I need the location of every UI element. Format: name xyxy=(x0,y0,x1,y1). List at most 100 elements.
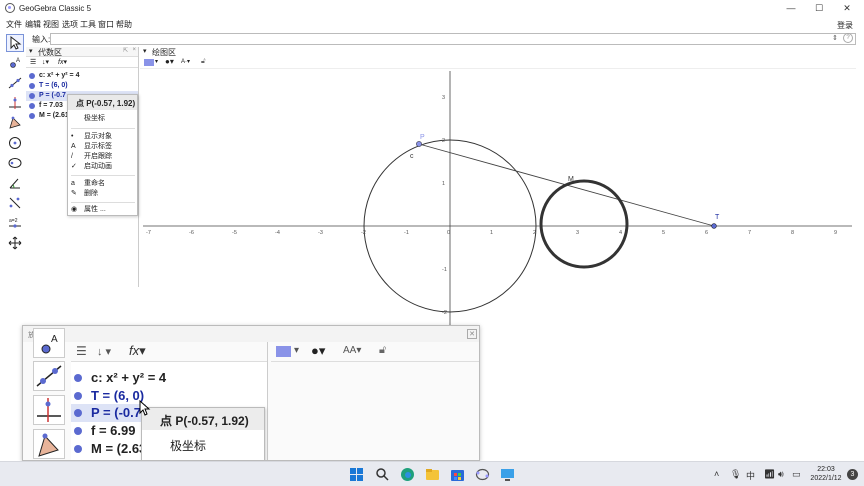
close-button[interactable]: ✕ xyxy=(834,0,860,17)
reflect-tool[interactable] xyxy=(6,194,24,212)
wifi-icon[interactable]: 📶︎ xyxy=(764,469,775,480)
move-arrows-icon xyxy=(8,236,22,250)
point-p[interactable] xyxy=(416,141,422,147)
store-icon[interactable] xyxy=(450,467,465,482)
menu-animate[interactable]: ✓ 启动动画 xyxy=(68,162,137,172)
y-axis-ticks: 3 2 1 -1 -2 xyxy=(442,95,447,316)
graph-canvas[interactable]: -7 -6 -5 -4 -3 -2 -1 0 1 2 3 4 5 6 7 8 9 3 2 1 -1 -2 P c M T xyxy=(140,47,856,327)
file-explorer-icon[interactable] xyxy=(425,467,440,482)
panel-close-icon[interactable]: × xyxy=(132,47,136,53)
visibility-dot-icon[interactable] xyxy=(74,427,82,435)
menu-show-object[interactable]: • 显示对象 xyxy=(68,132,137,142)
help-button[interactable]: ? xyxy=(843,33,853,43)
magnified-row-point-t[interactable]: T = (6, 0) xyxy=(71,387,144,405)
visibility-dot-icon[interactable] xyxy=(29,103,35,109)
function-icon[interactable]: fx▾ xyxy=(58,58,67,66)
lock-icon[interactable]: 🔓︎ xyxy=(379,344,386,357)
notification-badge[interactable]: 3 xyxy=(847,469,858,480)
magnified-row-point-p[interactable]: P = (-0.7 xyxy=(71,404,146,422)
sort-icon[interactable]: ↓▾ xyxy=(42,58,49,66)
magnified-row-circle[interactable]: c: x² + y² = 4 xyxy=(71,369,166,387)
circle-tool[interactable] xyxy=(6,134,24,152)
geogebra-taskbar-icon[interactable] xyxy=(475,467,490,482)
menu-rename[interactable]: a 重命名 xyxy=(68,179,137,189)
input-field[interactable] xyxy=(50,33,856,45)
conic-tool[interactable] xyxy=(6,154,24,172)
menu-separator xyxy=(71,128,135,129)
speaker-icon[interactable]: 🔊︎ xyxy=(778,469,784,480)
undock-icon[interactable]: ⇱ xyxy=(123,47,128,54)
angle-tool[interactable] xyxy=(6,174,24,192)
menu-show-label[interactable]: A 显示标签 xyxy=(68,142,137,152)
ime-indicator[interactable]: 中 xyxy=(746,469,755,482)
visibility-dot-icon[interactable] xyxy=(29,83,35,89)
visibility-dot-icon[interactable] xyxy=(29,93,35,99)
sort-icon[interactable]: ↓ ▾ xyxy=(97,345,111,358)
color-swatch-button[interactable] xyxy=(276,346,291,357)
menu-trace-on[interactable]: / 开启跟踪 xyxy=(68,152,137,162)
menu-edit[interactable]: 编辑 xyxy=(25,19,41,30)
collapse-triangle-icon[interactable]: ▾ xyxy=(29,47,33,55)
magnified-row-point-m[interactable]: M = (2.63 xyxy=(71,440,146,458)
maximize-button[interactable]: ☐ xyxy=(806,0,832,17)
x-tick-label: -4 xyxy=(275,230,280,236)
minimize-button[interactable]: — xyxy=(778,0,804,17)
visibility-dot-icon[interactable] xyxy=(74,392,82,400)
move-view-tool[interactable] xyxy=(6,234,24,252)
slider-tool[interactable]: a=2 xyxy=(6,214,24,232)
input-scroll-icon[interactable]: ⇕ xyxy=(832,34,838,42)
menu-options[interactable]: 选项 xyxy=(62,19,78,30)
menu-file[interactable]: 文件 xyxy=(6,19,22,30)
magnified-toolbar: A xyxy=(32,328,66,460)
perpendicular-tool[interactable] xyxy=(6,94,24,112)
trace-icon: / xyxy=(71,153,73,160)
menu-polar-coords[interactable]: 极坐标 xyxy=(68,114,137,124)
magnified-perpendicular-tool[interactable] xyxy=(33,395,65,425)
visibility-dot-icon[interactable] xyxy=(74,409,82,417)
dropdown-arrow-icon[interactable]: ▾ xyxy=(294,345,299,356)
line-tool[interactable] xyxy=(6,74,24,92)
menu-properties[interactable]: ◉ 属性 ... xyxy=(68,205,137,215)
algebra-menu-icon[interactable]: ☰ xyxy=(30,58,36,66)
geogebra-window: GeoGebra Classic 5 — ☐ ✕ 文件 编辑 视图 选项 工具 … xyxy=(0,0,864,486)
visibility-dot-icon[interactable] xyxy=(29,73,35,79)
locus-circle[interactable] xyxy=(539,179,629,269)
search-icon[interactable] xyxy=(375,467,390,482)
point-t[interactable] xyxy=(711,223,717,229)
svg-text:a=2: a=2 xyxy=(9,218,18,224)
algebra-menu-icon[interactable]: ☰ xyxy=(76,344,87,358)
menu-delete[interactable]: ✎ 删除 xyxy=(68,189,137,199)
function-icon[interactable]: fx▾ xyxy=(129,343,146,359)
tray-chevron-icon[interactable]: ˄ xyxy=(714,469,719,479)
magnified-polygon-tool[interactable] xyxy=(33,429,65,459)
algebra-row-point-t[interactable]: T = (6, 0) xyxy=(26,81,138,91)
visibility-dot-icon[interactable] xyxy=(29,113,35,119)
input-bar: 输入: ⇕ ? xyxy=(26,33,856,45)
magnified-point-tool[interactable]: A xyxy=(33,328,65,358)
point-tool[interactable]: A xyxy=(6,54,24,72)
magnified-menu-polar-coords[interactable]: 极坐标 xyxy=(170,437,206,454)
polygon-tool[interactable] xyxy=(6,114,24,132)
windows-start-icon[interactable] xyxy=(349,467,364,482)
login-link[interactable]: 登录 xyxy=(837,20,853,31)
label-style-button[interactable]: AA▾ xyxy=(343,345,361,356)
point-style-button[interactable]: ●▾ xyxy=(311,343,325,359)
move-tool[interactable] xyxy=(6,34,24,52)
microphone-icon[interactable]: 🎙︎ xyxy=(730,469,741,480)
label-point-t: T xyxy=(715,214,720,221)
battery-icon[interactable]: ▭ xyxy=(792,469,801,480)
magnified-row-f[interactable]: f = 6.99 xyxy=(71,422,135,440)
visibility-dot-icon[interactable] xyxy=(74,374,82,382)
magnified-line-tool[interactable] xyxy=(33,361,65,391)
taskbar-clock[interactable]: 22:03 2022/1/12 xyxy=(808,465,844,483)
edge-browser-icon[interactable] xyxy=(400,467,415,482)
visibility-dot-icon[interactable] xyxy=(74,445,82,453)
algebra-row-circle[interactable]: c: x² + y² = 4 xyxy=(26,71,138,81)
graphics-view[interactable]: ▾ 绘图区 ▾ ●▾ A·▾ 🔓︎ -7 -6 -5 -4 -3 -2 -1 0 1 2 3 4 5 6 7… xyxy=(140,47,856,327)
remote-desktop-icon[interactable] xyxy=(500,467,515,482)
menu-view[interactable]: 视图 xyxy=(43,19,59,30)
menu-window[interactable]: 窗口 xyxy=(98,19,114,30)
menu-tools[interactable]: 工具 xyxy=(80,19,96,30)
magnifier-close-button[interactable]: ✕ xyxy=(467,329,477,339)
menu-help[interactable]: 帮助 xyxy=(116,19,132,30)
